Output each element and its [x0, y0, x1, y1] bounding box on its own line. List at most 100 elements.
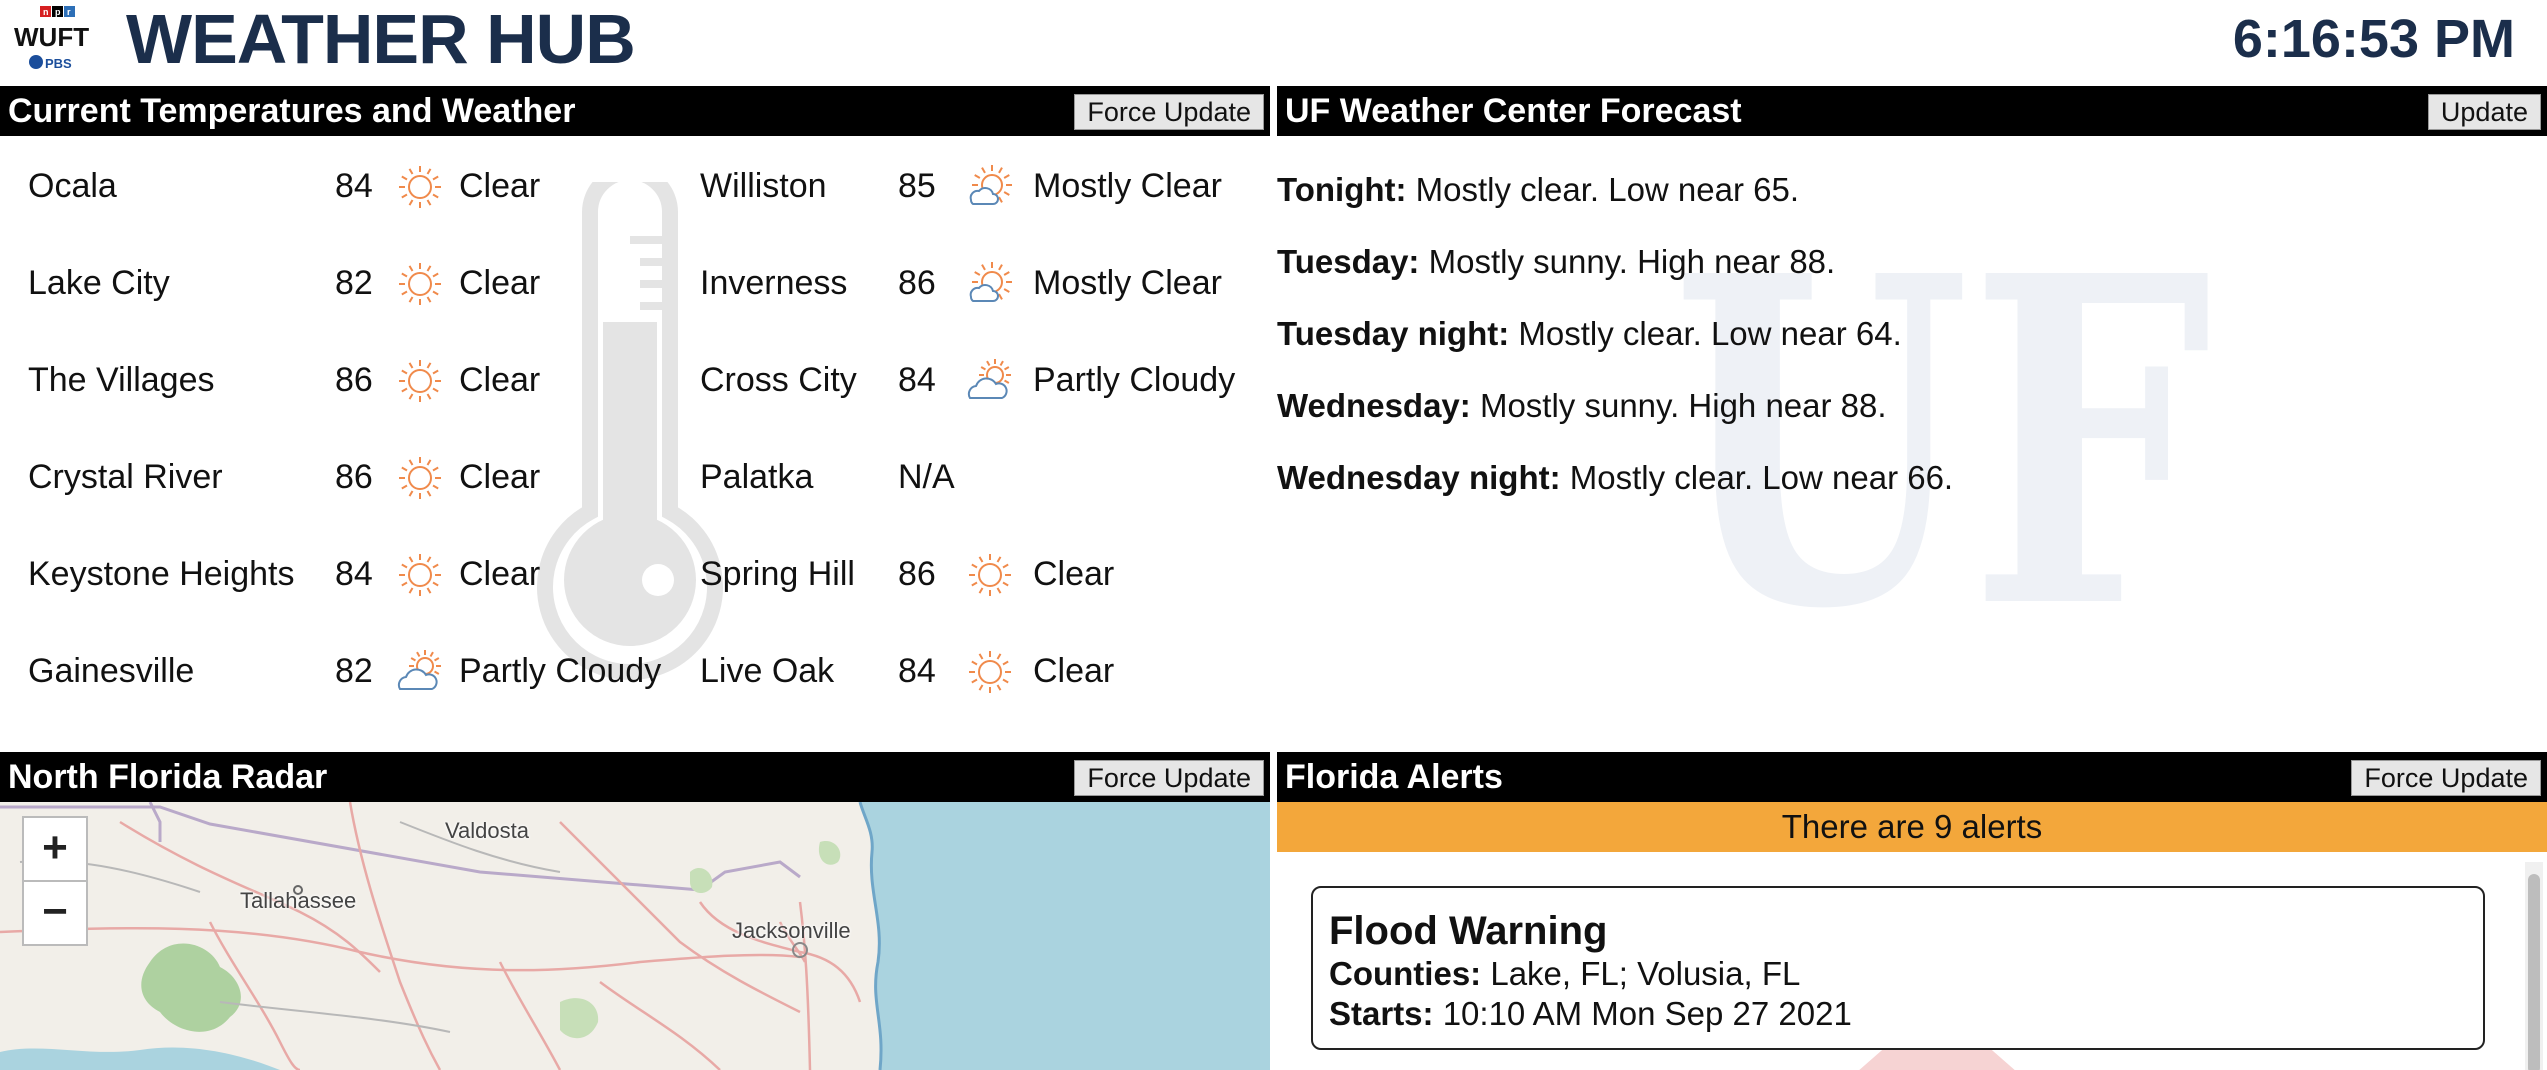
city-condition: Partly Cloudy [1033, 361, 1236, 399]
alert-starts: Starts: 10:10 AM Mon Sep 27 2021 [1329, 994, 1852, 1034]
panel-header: Florida Alerts Force Update [1277, 752, 2547, 802]
city-temperature: 86 [335, 361, 373, 399]
forecast-period: Tuesday: Mostly sunny. High near 88. [1277, 242, 1835, 282]
uf-logo-watermark: UF [1672, 256, 2212, 616]
forecast-period: Wednesday night: Mostly clear. Low near … [1277, 458, 1953, 498]
panel-title: UF Weather Center Forecast [1285, 92, 1742, 130]
city-temperature: N/A [898, 458, 955, 496]
app-title: WEATHER HUB [126, 0, 636, 78]
sun-icon [395, 455, 445, 501]
sun-icon [395, 552, 445, 598]
uf-forecast-panel: UF Weather Center Forecast Update UF Ton… [1277, 86, 2547, 750]
current-temps-panel: Current Temperatures and Weather Force U… [0, 86, 1270, 750]
forecast-period-text: Mostly clear. Low near 65. [1406, 171, 1800, 208]
forecast-period-label: Wednesday night: [1277, 459, 1561, 496]
forecast-period-text: Mostly sunny. High near 88. [1470, 387, 1887, 424]
forecast-period: Tuesday night: Mostly clear. Low near 64… [1277, 314, 1902, 354]
forecast-period-label: Tuesday: [1277, 243, 1420, 280]
city-row: Lake City 82 Clear [28, 253, 668, 313]
alert-title: Flood Warning [1329, 909, 1608, 953]
city-condition: Clear [459, 458, 541, 496]
sun-icon [965, 552, 1015, 598]
sun-icon [395, 358, 445, 404]
city-temperature: 86 [898, 555, 936, 593]
city-temperature: 84 [335, 555, 373, 593]
city-name: Spring Hill [700, 555, 855, 593]
city-condition: Clear [459, 361, 541, 399]
city-name: Live Oak [700, 652, 835, 690]
city-row: Gainesville 82 Partly Cloudy [28, 641, 668, 701]
scrollbar-thumb[interactable] [2528, 874, 2540, 1070]
city-row: Crystal River 86 Clear [28, 447, 668, 507]
city-temperature: 85 [898, 167, 936, 205]
app-header: n p r WUFT PBS WEATHER HUB 6:16:53 PM [0, 0, 2547, 86]
panel-title: North Florida Radar [8, 758, 328, 796]
wuft-npr-pbs-logo: n p r WUFT PBS [14, 6, 89, 71]
sun-icon [395, 164, 445, 210]
alert-counties: Counties: Lake, FL; Volusia, FL [1329, 954, 1800, 994]
alert-card[interactable]: Flood Warning Counties: Lake, FL; Volusi… [1311, 886, 2485, 1050]
panel-title: Florida Alerts [1285, 758, 1503, 796]
panel-title: Current Temperatures and Weather [8, 92, 576, 130]
mostly-clear-icon [965, 261, 1015, 307]
city-condition: Clear [459, 555, 541, 593]
sun-icon [965, 649, 1015, 695]
svg-text:WUFT: WUFT [14, 22, 89, 52]
counties-label: Counties: [1329, 955, 1482, 992]
counties-value: Lake, FL; Volusia, FL [1481, 955, 1801, 992]
force-update-button[interactable]: Force Update [1074, 94, 1264, 130]
svg-text:r: r [67, 7, 71, 17]
svg-text:n: n [43, 7, 49, 17]
city-row: Cross City 84 Partly Cloudy [700, 350, 1270, 410]
sun-icon [395, 261, 445, 307]
clock: 6:16:53 PM [2232, 9, 2515, 69]
forecast-period: Tonight: Mostly clear. Low near 65. [1277, 170, 1799, 210]
panel-header: UF Weather Center Forecast Update [1277, 86, 2547, 136]
panel-header: Current Temperatures and Weather Force U… [0, 86, 1270, 136]
svg-text:p: p [55, 7, 61, 17]
zoom-out-button[interactable]: − [22, 880, 88, 946]
panel-header: North Florida Radar Force Update [0, 752, 1270, 802]
city-temperature: 82 [335, 264, 373, 302]
city-name: Palatka [700, 458, 814, 496]
starts-value: 10:10 AM Mon Sep 27 2021 [1433, 995, 1852, 1032]
zoom-in-button[interactable]: + [22, 816, 88, 882]
map-label-valdosta: Valdosta [445, 818, 529, 843]
city-row: Keystone Heights 84 Clear [28, 544, 668, 604]
forecast-period-label: Wednesday: [1277, 387, 1471, 424]
radar-panel: North Florida Radar Force Update Valdost… [0, 752, 1270, 1070]
radar-map[interactable]: Valdosta Tallahassee Jacksonville + − [0, 801, 1270, 1070]
city-row: Spring Hill 86 Clear [700, 544, 1270, 604]
force-update-button[interactable]: Force Update [1074, 760, 1264, 796]
city-name: Keystone Heights [28, 555, 295, 593]
city-condition: Mostly Clear [1033, 264, 1222, 302]
city-name: Ocala [28, 167, 117, 205]
city-condition: Clear [1033, 652, 1115, 690]
city-condition: Mostly Clear [1033, 167, 1222, 205]
alerts-scrollbar[interactable] [2525, 862, 2543, 1070]
city-name: The Villages [28, 361, 215, 399]
forecast-period: Wednesday: Mostly sunny. High near 88. [1277, 386, 1887, 426]
force-update-button[interactable]: Force Update [2351, 760, 2541, 796]
city-name: Inverness [700, 264, 848, 302]
forecast-period-label: Tonight: [1277, 171, 1407, 208]
city-condition: Clear [1033, 555, 1115, 593]
svg-text:PBS: PBS [45, 56, 72, 71]
forecast-period-label: Tuesday night: [1277, 315, 1510, 352]
city-temperature: 86 [898, 264, 936, 302]
partly-cloudy-icon [395, 649, 445, 695]
update-button[interactable]: Update [2427, 94, 2541, 130]
forecast-period-text: Mostly clear. Low near 64. [1509, 315, 1902, 352]
svg-text:UF: UF [1672, 256, 2212, 616]
city-name: Cross City [700, 361, 857, 399]
city-row: Inverness 86 Mostly Clear [700, 253, 1270, 313]
city-name: Lake City [28, 264, 170, 302]
city-condition: Clear [459, 167, 541, 205]
city-name: Gainesville [28, 652, 195, 690]
city-temperature: 84 [335, 167, 373, 205]
city-row: Live Oak 84 Clear [700, 641, 1270, 701]
city-row: Ocala 84 Clear [28, 156, 668, 216]
city-condition: Partly Cloudy [459, 652, 662, 690]
florida-alerts-panel: Florida Alerts Force Update There are 9 … [1277, 752, 2547, 1070]
city-temperature: 82 [335, 652, 373, 690]
